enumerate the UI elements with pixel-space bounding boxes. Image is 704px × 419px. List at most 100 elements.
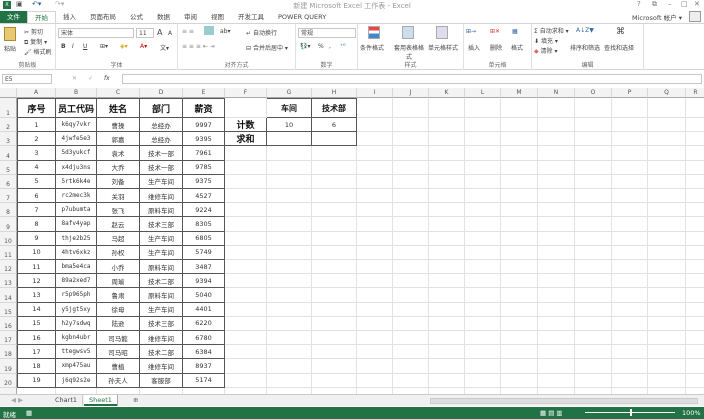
cell-L13[interactable] [465,274,501,289]
cell-P5[interactable] [612,160,648,175]
cell-H2[interactable]: 6 [312,118,357,133]
table-cell[interactable]: 10 [17,245,56,260]
cell-J19[interactable] [393,359,429,374]
table-cell[interactable]: 曹操 [97,118,140,133]
table-cell[interactable]: 孙权 [97,245,140,260]
cell-R6[interactable] [686,175,704,189]
cell-N20[interactable] [538,373,575,388]
underline-button[interactable]: U [83,43,87,50]
table-header[interactable]: 姓名 [97,98,140,118]
cell-P16[interactable] [612,316,648,331]
table-cell[interactable]: 原料车间 [140,288,183,303]
cell-H9[interactable] [312,217,357,232]
copy-button[interactable]: ⧉ 复制 ▾ [24,37,47,47]
conditional-format-button[interactable]: 条件格式 [360,43,384,52]
table-cell[interactable]: 6384 [183,345,225,360]
table-cell[interactable]: 袁术 [97,146,140,161]
cell-F13[interactable] [225,274,267,289]
column-header-O[interactable]: O [575,88,612,98]
cell-P8[interactable] [612,203,648,218]
cell-G20[interactable] [267,373,312,388]
cell-O3[interactable] [575,132,612,147]
cell-P10[interactable] [612,231,648,246]
cell-M1[interactable] [501,98,538,118]
tab-developer[interactable]: 开发工具 [231,11,271,23]
cell-M19[interactable] [501,359,538,374]
font-color-icon[interactable]: A▾ [140,43,147,50]
cell-K2[interactable] [429,118,465,133]
cell-K9[interactable] [429,217,465,232]
cell-O16[interactable] [575,316,612,331]
table-cell[interactable]: j6q92s2e [56,373,97,388]
grow-font-button[interactable]: A [157,28,162,37]
cell-M17[interactable] [501,331,538,346]
cell-I13[interactable] [357,274,393,289]
cell-R19[interactable] [686,359,704,374]
cell-L19[interactable] [465,359,501,374]
cell-L17[interactable] [465,331,501,346]
autosum-button[interactable]: Σ 自动求和 ▾ [534,26,569,35]
table-cell[interactable]: kgbn4ubr [56,331,97,346]
cell-N15[interactable] [538,302,575,317]
cell-P14[interactable] [612,288,648,303]
delete-cells-button[interactable]: 删除 [490,43,502,52]
table-cell[interactable]: 技术二部 [140,274,183,289]
cell-H16[interactable] [312,316,357,331]
cell-L4[interactable] [465,146,501,161]
table-cell[interactable]: 技术一部 [140,160,183,175]
cell-F5[interactable] [225,160,267,175]
cell-O4[interactable] [575,146,612,161]
tab-page-layout[interactable]: 页面布局 [83,11,123,23]
cell-M12[interactable] [501,260,538,275]
table-cell[interactable]: 5d3yukcf [56,146,97,161]
table-cell[interactable]: 司马昭 [97,345,140,360]
cell-R20[interactable] [686,374,704,388]
cell-N9[interactable] [538,217,575,232]
macro-record-icon[interactable]: ▦ [26,409,32,417]
tab-view[interactable]: 视图 [204,11,231,23]
cell-Q10[interactable] [648,231,686,246]
table-cell[interactable]: 8 [17,217,56,232]
select-all-corner[interactable] [0,88,17,98]
cell-Q7[interactable] [648,189,686,204]
cell-F18[interactable] [225,345,267,360]
table-cell[interactable]: 14 [17,302,56,317]
cell-P6[interactable] [612,174,648,189]
table-cell[interactable]: 5rtk6k4e [56,174,97,189]
cell-N6[interactable] [538,174,575,189]
cell-K13[interactable] [429,274,465,289]
column-header-E[interactable]: E [183,88,225,98]
cell-Q16[interactable] [648,316,686,331]
cell-G16[interactable] [267,316,312,331]
cell-M9[interactable] [501,217,538,232]
table-cell[interactable]: h2y7sdwq [56,316,97,331]
cell-G11[interactable] [267,245,312,260]
cell-K11[interactable] [429,245,465,260]
table-cell[interactable]: 6780 [183,331,225,346]
cell-O17[interactable] [575,331,612,346]
cell-K19[interactable] [429,359,465,374]
cell-O18[interactable] [575,345,612,360]
cell-R15[interactable] [686,303,704,317]
cell-M13[interactable] [501,274,538,289]
table-cell[interactable]: 关羽 [97,189,140,204]
zoom-slider-thumb[interactable] [630,409,632,416]
row-header-10[interactable]: 10 [0,231,17,246]
cell-P17[interactable] [612,331,648,346]
table-cell[interactable]: 9997 [183,118,225,133]
column-header-P[interactable]: P [612,88,648,98]
cell-O12[interactable] [575,260,612,275]
cell-L15[interactable] [465,302,501,317]
cell-H15[interactable] [312,302,357,317]
cell-M15[interactable] [501,302,538,317]
horizontal-scrollbar[interactable] [430,398,698,404]
cell-R9[interactable] [686,217,704,232]
cell-H3[interactable] [312,132,357,147]
cell-J16[interactable] [393,316,429,331]
shrink-font-button[interactable]: A [168,30,172,37]
row-header-8[interactable]: 8 [0,203,17,218]
cell-O2[interactable] [575,118,612,133]
cell-F3[interactable]: 求和 [225,132,267,147]
align-top-icon[interactable]: ≡ ≡ [182,28,194,35]
table-cell[interactable]: 总经办 [140,132,183,147]
